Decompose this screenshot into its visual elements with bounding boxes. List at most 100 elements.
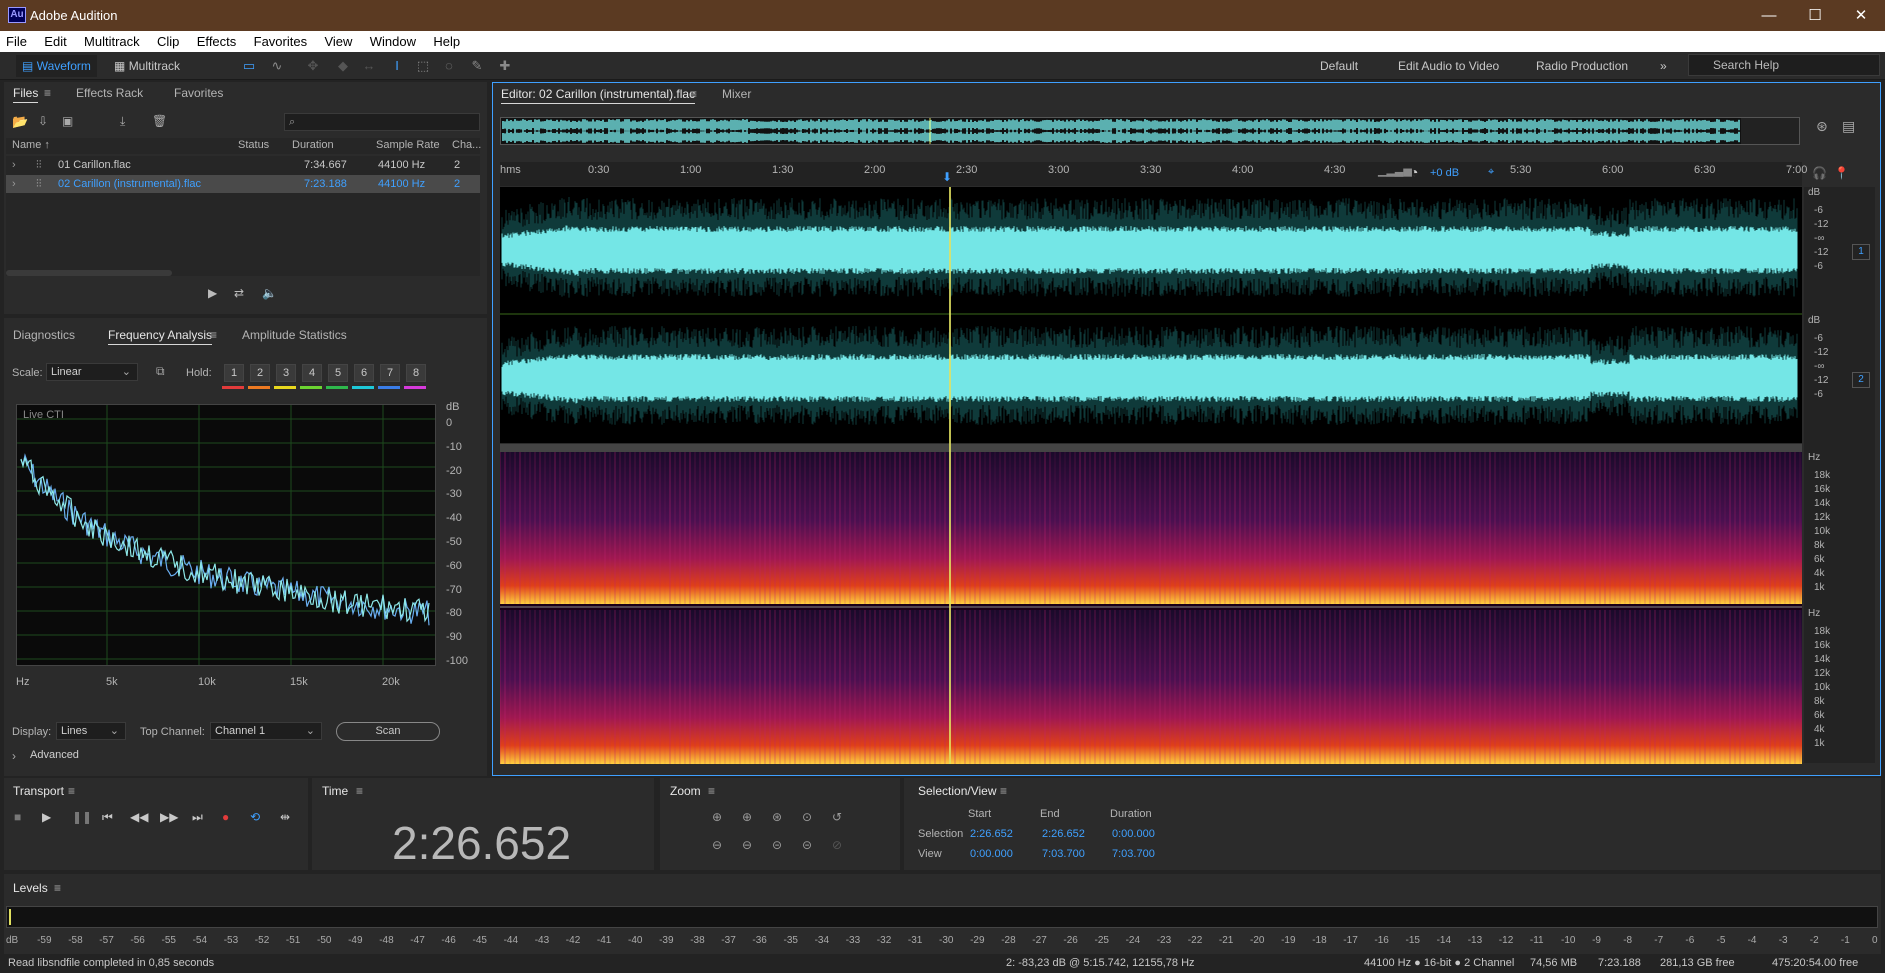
tab-editor[interactable]: Editor: 02 Carillon (instrumental).flac [501, 87, 696, 104]
search-help-input[interactable]: Search Help [1688, 54, 1880, 76]
headphones-icon[interactable]: 🎧 [1812, 166, 1827, 180]
spectral-display-icon[interactable]: ▭ [240, 57, 258, 75]
maximize-button[interactable]: ☐ [1792, 0, 1838, 31]
menu-help[interactable]: Help [426, 31, 467, 52]
loop-preview-icon[interactable]: ⇄ [234, 286, 244, 300]
toolbar: ▤ Waveform ▦ Multitrack ▭ ∿ ✥ ◆ ↔ I ⬚ ◌ … [0, 52, 1885, 80]
db-tick-label: -40 [446, 512, 462, 525]
file-duration: 7:34.667 [304, 159, 347, 171]
scale-dropdown[interactable]: Linear ⌄ [46, 363, 138, 381]
brush-tool-icon[interactable]: ✎ [468, 57, 486, 75]
editor-menu-icon[interactable]: ≡ [690, 87, 697, 101]
overview-navigator[interactable] [500, 117, 1800, 145]
workspace-edit-audio-to-video[interactable]: Edit Audio to Video [1398, 55, 1499, 77]
play-preview-icon[interactable]: ▶ [208, 286, 217, 300]
pitch-display-icon[interactable]: ∿ [268, 57, 286, 75]
auto-play-icon[interactable]: 🔈 [262, 286, 277, 300]
razor-tool-icon[interactable]: ◆ [334, 57, 352, 75]
ruler-tick-label: 5:30 [1510, 164, 1532, 176]
open-file-icon[interactable]: 📂 [12, 114, 28, 130]
expand-chevron-icon[interactable]: › [12, 175, 16, 193]
col-name[interactable]: Name ↑ [12, 139, 50, 151]
new-file-icon[interactable]: ▣ [62, 114, 73, 128]
tab-diagnostics[interactable]: Diagnostics [13, 328, 75, 342]
file-row[interactable]: › ⫶⫶ 01 Carillon.flac 7:34.667 44100 Hz … [6, 156, 480, 174]
col-sample-rate[interactable]: Sample Rate [376, 139, 440, 151]
scan-button[interactable]: Scan [336, 722, 440, 741]
slip-tool-icon[interactable]: ↔ [360, 57, 378, 75]
hold-label: Hold: [186, 367, 212, 379]
frequency-graph[interactable]: Live CTI [16, 404, 436, 666]
frequency-plot [17, 405, 435, 665]
files-scrollbar[interactable] [6, 270, 172, 276]
files-panel-menu-icon[interactable]: ≡ [44, 86, 51, 100]
menu-favorites[interactable]: Favorites [247, 31, 314, 52]
close-button[interactable]: ✕ [1838, 0, 1884, 31]
marker-pin-icon[interactable]: 📍 [1834, 166, 1849, 180]
delete-file-icon[interactable]: 🗑 [152, 114, 167, 128]
editor-options-icon[interactable]: ▤ [1842, 118, 1855, 135]
workspace-default[interactable]: Default [1320, 55, 1358, 77]
tab-effects-rack[interactable]: Effects Rack [76, 86, 143, 100]
menu-multitrack[interactable]: Multitrack [77, 31, 147, 52]
file-list [6, 156, 480, 276]
menu-clip[interactable]: Clip [150, 31, 186, 52]
import-file-icon[interactable]: ⇩ [38, 114, 48, 128]
hold-button-5[interactable]: 5 [328, 364, 348, 382]
col-duration[interactable]: Duration [292, 139, 334, 151]
waveform-display[interactable] [500, 187, 1802, 443]
expand-chevron-icon[interactable]: › [12, 156, 16, 174]
minimize-button[interactable]: — [1746, 0, 1792, 31]
display-label: Display: [12, 726, 52, 738]
waveform-view-button[interactable]: ▤ Waveform [16, 55, 97, 77]
display-dropdown[interactable]: Lines ⌄ [56, 722, 126, 740]
marquee-tool-icon[interactable]: ⬚ [414, 57, 432, 75]
lasso-tool-icon[interactable]: ◌ [440, 57, 458, 75]
files-filter-input[interactable]: ⌕ [284, 113, 480, 131]
db-unit-label: dB [446, 401, 460, 413]
file-channels: 2 [454, 159, 461, 171]
workspace-radio-production[interactable]: Radio Production [1536, 55, 1628, 77]
audition-logo-icon: Au [8, 7, 26, 23]
hold-button-2[interactable]: 2 [250, 364, 270, 382]
hold-button-7[interactable]: 7 [380, 364, 400, 382]
time-ruler[interactable]: hms 0:30 1:00 1:30 2:00 2:30 3:00 3:30 4:00 4:30 5… [500, 162, 1807, 186]
insert-into-multitrack-icon[interactable]: ⤓ [120, 114, 125, 129]
hold-color-swatch [274, 386, 296, 389]
zoom-navigator-icon[interactable]: ⊛ [1816, 118, 1828, 135]
menu-edit[interactable]: Edit [37, 31, 73, 52]
pin-icon[interactable]: ⌖ [1488, 166, 1494, 179]
gain-value[interactable]: +0 dB [1430, 167, 1459, 179]
hold-button-6[interactable]: 6 [354, 364, 374, 382]
hold-button-4[interactable]: 4 [302, 364, 322, 382]
scale-value: Linear [51, 366, 82, 378]
col-channels[interactable]: Cha... [452, 139, 481, 151]
chevron-down-icon: ⌄ [305, 725, 315, 737]
hz-tick-label: Hz [16, 676, 30, 688]
frequency-panel-menu-icon[interactable]: ≡ [210, 328, 217, 342]
workspaces-more-button[interactable]: » [1660, 55, 1667, 77]
hold-button-1[interactable]: 1 [224, 364, 244, 382]
tab-favorites[interactable]: Favorites [174, 86, 223, 100]
menu-window[interactable]: Window [363, 31, 423, 52]
hold-button-8[interactable]: 8 [406, 364, 426, 382]
advanced-chevron-icon[interactable]: › [12, 749, 16, 763]
tab-mixer[interactable]: Mixer [722, 87, 751, 101]
tab-files[interactable]: Files [13, 86, 39, 103]
menu-file[interactable]: File [0, 31, 34, 52]
gain-knob-icon[interactable]: ◔ [1410, 164, 1418, 180]
tab-frequency-analysis[interactable]: Frequency Analysis [108, 328, 213, 345]
multitrack-view-button[interactable]: ▦ Multitrack [108, 55, 186, 77]
move-tool-icon[interactable]: ✥ [304, 57, 322, 75]
col-status[interactable]: Status [238, 139, 269, 151]
top-channel-dropdown[interactable]: Channel 1 ⌄ [210, 722, 322, 740]
advanced-toggle[interactable]: Advanced [30, 749, 79, 761]
time-selection-tool-icon[interactable]: I [388, 57, 406, 75]
spot-healing-tool-icon[interactable]: ✚ [496, 57, 514, 75]
hold-button-3[interactable]: 3 [276, 364, 296, 382]
copy-graph-icon[interactable]: ⧉ [156, 364, 165, 379]
menu-effects[interactable]: Effects [190, 31, 244, 52]
tab-amplitude-statistics[interactable]: Amplitude Statistics [242, 328, 347, 342]
file-row-selected[interactable]: › ⫶⫶ 02 Carillon (instrumental).flac 7:2… [6, 175, 480, 193]
menu-view[interactable]: View [317, 31, 359, 52]
